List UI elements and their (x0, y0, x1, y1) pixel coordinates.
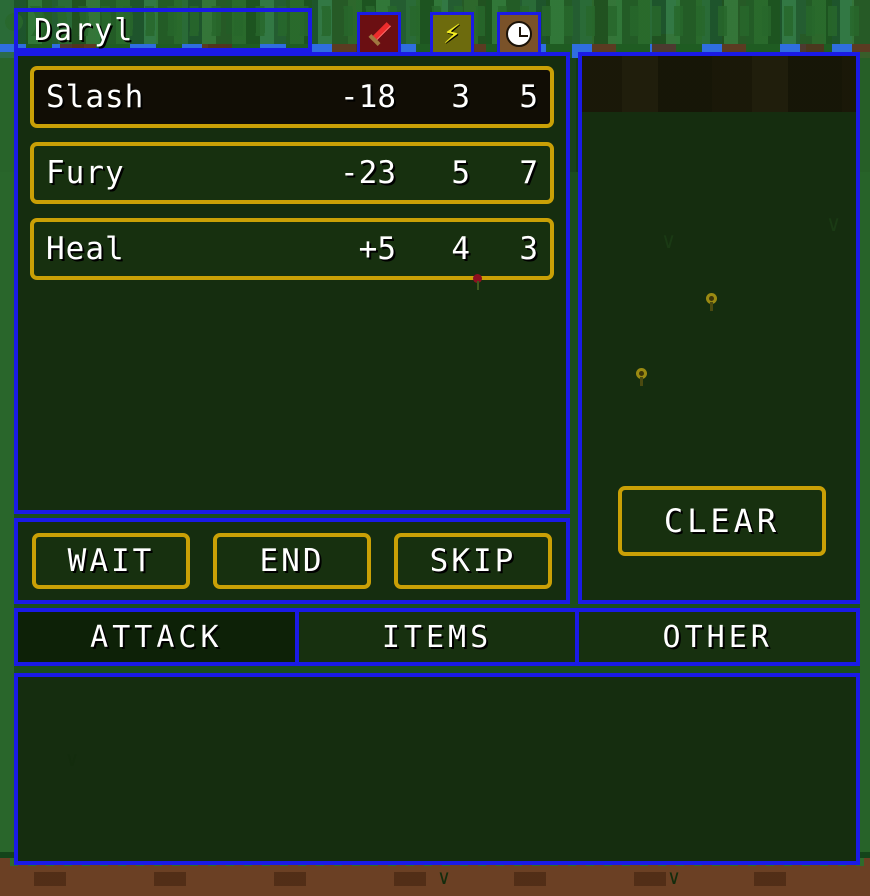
message-log-panel: ∨ ∨ ∨ (14, 673, 860, 887)
skill-col2: 4 (451, 231, 470, 267)
skill-name: Heal (46, 231, 125, 267)
target-panel: ∨ ∨ CLEAR (578, 52, 860, 604)
yellow-flower-decoration (636, 368, 647, 386)
left-grass-edge (0, 52, 14, 852)
character-name: Daryl (34, 12, 135, 48)
sprout-decoration: ∨ (668, 865, 681, 889)
end-button-label: END (259, 543, 325, 579)
sprout-decoration: ∨ (66, 747, 79, 771)
tab-other-label: OTHER (662, 619, 773, 655)
sprout-decoration: ∨ (438, 865, 451, 889)
skill-row-heal[interactable]: Heal +5 4 3 (30, 218, 554, 280)
end-button[interactable]: END (213, 533, 371, 589)
skill-name: Fury (46, 155, 125, 191)
skill-col2: 3 (451, 79, 470, 115)
tab-attack-label: ATTACK (90, 619, 223, 655)
skill-col2: 5 (451, 155, 470, 191)
skip-button[interactable]: SKIP (394, 533, 552, 589)
yellow-flower-decoration (706, 293, 717, 311)
wait-button[interactable]: WAIT (32, 533, 190, 589)
tab-items-label: ITEMS (381, 619, 493, 655)
tab-other[interactable]: OTHER (579, 612, 857, 662)
skill-row-fury[interactable]: Fury -23 5 7 (30, 142, 554, 204)
panel-tree-shadow (582, 56, 856, 112)
action-button-row: WAIT END SKIP (14, 518, 570, 604)
skill-col3: 5 (519, 79, 538, 115)
flower-stem (710, 302, 713, 311)
wait-button-label: WAIT (67, 543, 155, 579)
sprout-decoration: ∨ (827, 212, 841, 237)
character-nameplate: Daryl (14, 8, 312, 52)
red-flower-decoration (473, 274, 482, 290)
right-grass-edge (860, 52, 870, 852)
flower-stem (640, 377, 643, 386)
skill-col3: 7 (519, 155, 538, 191)
clear-button[interactable]: CLEAR (618, 486, 826, 556)
skill-effect: -23 (340, 155, 396, 191)
game-screen: Daryl ⚡ Slash -18 3 5 Fury -23 5 7 Heal … (0, 0, 870, 896)
tab-attack[interactable]: ATTACK (18, 612, 299, 662)
clock-icon[interactable] (497, 12, 541, 56)
skill-effect: +5 (358, 231, 396, 267)
skill-effect: -18 (340, 79, 396, 115)
skill-row-slash[interactable]: Slash -18 3 5 (30, 66, 554, 128)
skill-list-panel: Slash -18 3 5 Fury -23 5 7 Heal +5 4 3 (14, 52, 570, 514)
sprout-decoration: ∨ (662, 229, 676, 254)
sword-icon[interactable] (357, 12, 401, 56)
sword-glyph (366, 21, 392, 47)
skill-col3: 3 (519, 231, 538, 267)
skill-name: Slash (46, 79, 145, 115)
lightning-bolt-icon[interactable]: ⚡ (430, 12, 474, 56)
lightning-bolt-glyph: ⚡ (442, 16, 462, 51)
tab-items[interactable]: ITEMS (298, 612, 580, 662)
clear-button-label: CLEAR (663, 502, 781, 540)
clock-glyph (506, 21, 532, 47)
command-tab-bar: ATTACK ITEMS OTHER (14, 608, 860, 666)
skip-button-label: SKIP (429, 543, 517, 579)
